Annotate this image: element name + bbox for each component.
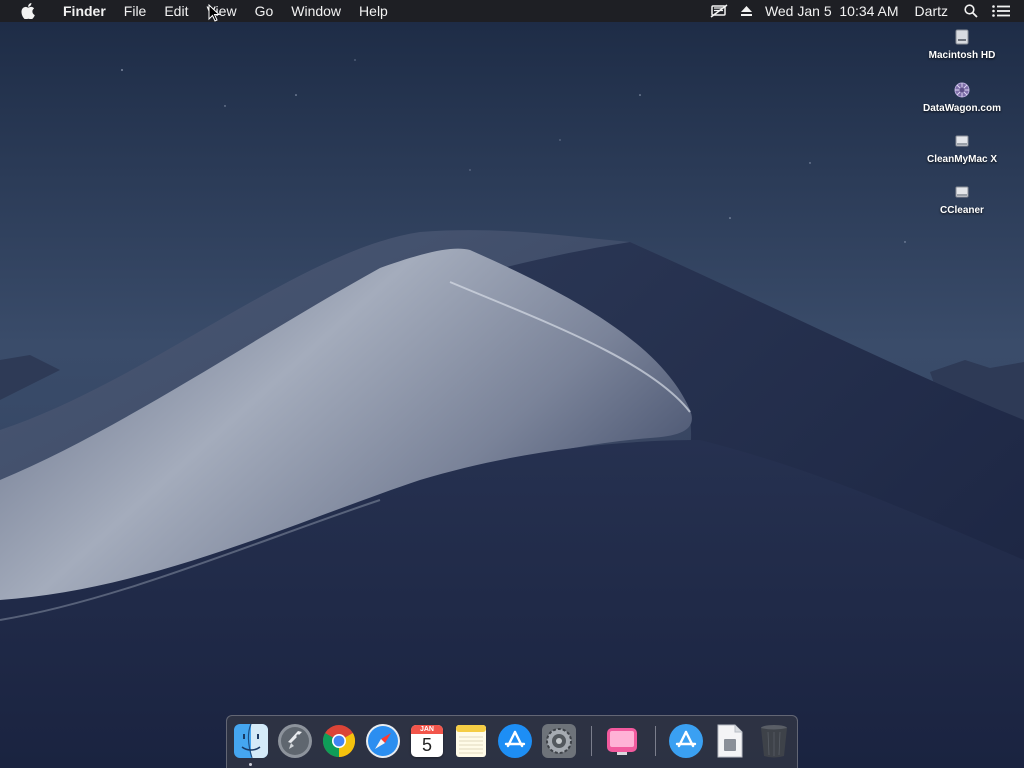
menu-bar: Finder File Edit View Go Window Help Wed… (0, 0, 1024, 22)
dock-item-finder[interactable] (232, 722, 270, 760)
desktop-icon-label: CCleaner (940, 205, 984, 216)
desktop[interactable]: Finder File Edit View Go Window Help Wed… (0, 0, 1024, 768)
desktop-icon-label: DataWagon.com (923, 103, 1001, 114)
chrome-icon (322, 725, 356, 758)
dock-item-applications[interactable] (667, 722, 705, 760)
menu-window[interactable]: Window (282, 0, 350, 22)
app-store-icon (498, 724, 532, 758)
system-preferences-icon (542, 724, 576, 758)
dock-item-safari[interactable] (364, 722, 402, 760)
calendar-month: JAN (411, 725, 443, 734)
desktop-icon-datawagon[interactable]: DataWagon.com (914, 79, 1010, 114)
notifications-off-icon[interactable] (704, 0, 734, 22)
menu-view[interactable]: View (197, 0, 245, 22)
menu-edit[interactable]: Edit (155, 0, 197, 22)
dock-item-app-store[interactable] (496, 722, 534, 760)
document-stack-icon (717, 724, 743, 758)
user-menu[interactable]: Dartz (905, 0, 958, 22)
dock-item-notes[interactable] (452, 722, 490, 760)
menu-clock[interactable]: Wed Jan 5 10:34 AM (759, 0, 905, 22)
network-volume-icon (951, 79, 973, 101)
running-indicator (249, 763, 252, 766)
menu-go[interactable]: Go (246, 0, 283, 22)
app-menu-finder[interactable]: Finder (54, 0, 115, 22)
calendar-icon: JAN 5 (411, 725, 443, 757)
dock-item-system-preferences[interactable] (540, 722, 578, 760)
desktop-icons: Macintosh HD DataWagon.com CleanMyMac X … (914, 26, 1010, 232)
dock-separator (591, 726, 592, 756)
desktop-icon-cleanmymac[interactable]: CleanMyMac X (914, 130, 1010, 165)
wallpaper (0, 0, 1024, 768)
dock-item-launchpad[interactable] (276, 722, 314, 760)
mouse-pointer-icon (208, 4, 220, 22)
calendar-day: 5 (421, 735, 432, 755)
notification-center-icon[interactable] (984, 0, 1024, 22)
spotlight-search-icon[interactable] (958, 0, 984, 22)
dock-item-calendar[interactable]: JAN 5 (408, 722, 446, 760)
hard-drive-icon (951, 26, 973, 48)
desktop-icon-label: CleanMyMac X (926, 154, 998, 165)
launchpad-icon (278, 724, 312, 758)
dock: JAN 5 (226, 715, 798, 768)
desktop-icon-macintosh-hd[interactable]: Macintosh HD (914, 26, 1010, 61)
dock-item-chrome[interactable] (320, 722, 358, 760)
eject-icon[interactable] (734, 0, 759, 22)
desktop-icon-ccleaner[interactable]: CCleaner (914, 181, 1010, 216)
notes-icon (456, 725, 486, 757)
disk-image-icon (951, 181, 973, 203)
finder-icon (234, 723, 268, 759)
dock-item-trash[interactable] (755, 722, 793, 760)
trash-icon (761, 725, 787, 758)
desktop-icon-label: Macintosh HD (928, 50, 996, 61)
dock-separator (655, 726, 656, 756)
menu-file[interactable]: File (115, 0, 156, 22)
cleanmymac-icon (607, 728, 637, 755)
apple-menu-icon[interactable] (18, 0, 38, 22)
applications-folder-icon (669, 724, 703, 758)
disk-image-icon (951, 130, 973, 152)
safari-icon (366, 724, 400, 758)
dock-item-cleanmymac[interactable] (603, 722, 641, 760)
dock-item-documents[interactable] (711, 722, 749, 760)
menu-help[interactable]: Help (350, 0, 397, 22)
